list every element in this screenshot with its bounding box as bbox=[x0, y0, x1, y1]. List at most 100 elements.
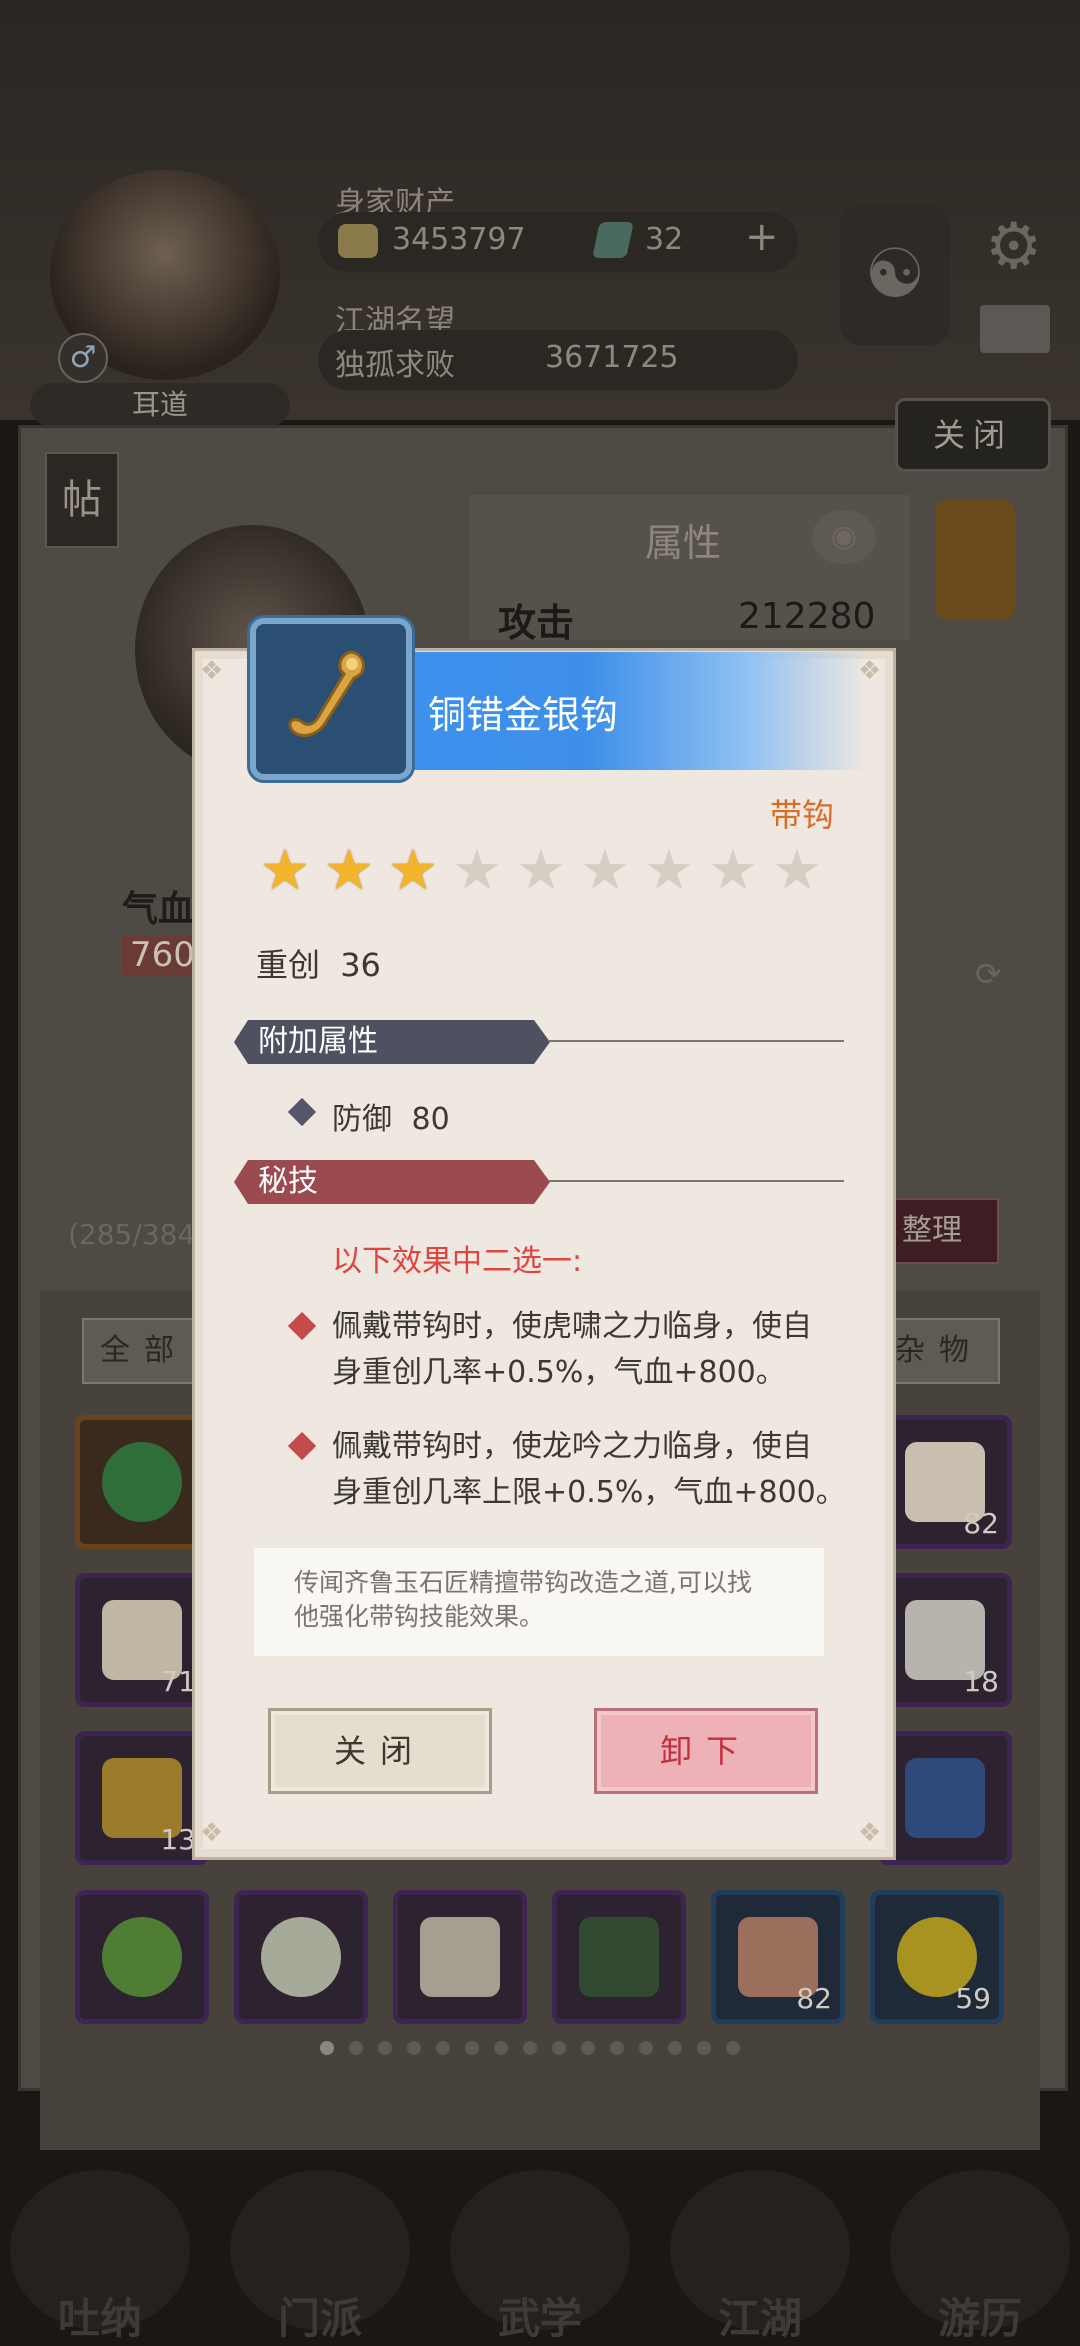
page-dot[interactable] bbox=[320, 2041, 334, 2055]
star-filled-icon: ★ bbox=[387, 838, 439, 903]
page-dot[interactable] bbox=[639, 2041, 653, 2055]
page-dot[interactable] bbox=[523, 2041, 537, 2055]
inventory-slot[interactable] bbox=[552, 1890, 686, 2024]
star-empty-icon: ★ bbox=[579, 838, 631, 903]
jade-coin-icon bbox=[102, 1917, 182, 1997]
panel-close-button[interactable]: 关闭 bbox=[895, 398, 1051, 472]
page-dot[interactable] bbox=[465, 2041, 479, 2055]
item-description-line-2: 他强化带钩技能效果。 bbox=[294, 1602, 545, 1631]
unequip-button[interactable]: 卸下 bbox=[594, 1708, 818, 1794]
page-indicator bbox=[320, 2040, 770, 2060]
attribute-title: 属性 bbox=[645, 521, 722, 565]
inventory-slot[interactable]: 13 bbox=[75, 1731, 209, 1865]
inventory-slot[interactable]: 59 bbox=[870, 1890, 1004, 2024]
inventory-slot[interactable] bbox=[234, 1890, 368, 2024]
gear-icon[interactable]: ⚙ bbox=[985, 210, 1042, 284]
qixue-label: 气血 bbox=[122, 889, 195, 930]
item-description-line-1: 传闻齐鲁玉石匠精擅带钩改造之道,可以找 bbox=[294, 1568, 752, 1597]
jade-disc-icon bbox=[102, 1442, 182, 1522]
extra-attribute-header: 附加属性 bbox=[234, 1020, 550, 1064]
invitation-button[interactable]: 帖 bbox=[45, 452, 119, 548]
page-dot[interactable] bbox=[378, 2041, 392, 2055]
inventory-slot[interactable] bbox=[75, 1890, 209, 2024]
inventory-slot[interactable]: 82 bbox=[878, 1415, 1012, 1549]
tab-all[interactable]: 全部 bbox=[82, 1318, 206, 1384]
extra-attribute-name: 防御 bbox=[332, 1102, 392, 1137]
skill-effect-1: 佩戴带钩时，使虎啸之力临身，使自 身重创几率+0.5%，气血+800。 bbox=[332, 1304, 852, 1396]
extra-attribute: 防御 80 bbox=[332, 1094, 450, 1138]
bag-capacity: (285/384 bbox=[68, 1218, 196, 1251]
page-dot[interactable] bbox=[581, 2041, 595, 2055]
gold-amount: 3453797 bbox=[392, 222, 526, 257]
attack-value: 212280 bbox=[738, 596, 876, 637]
attack-label: 攻击 bbox=[498, 601, 575, 645]
corner-ornament-icon: ❖ bbox=[858, 1818, 882, 1848]
main-attribute-name: 重创 bbox=[256, 946, 321, 984]
page-dot[interactable] bbox=[349, 2041, 363, 2055]
stone-disc-icon bbox=[261, 1917, 341, 1997]
tab-misc[interactable]: 杂物 bbox=[878, 1318, 1000, 1384]
mail-icon[interactable] bbox=[980, 305, 1050, 353]
wealth-bar bbox=[318, 212, 798, 272]
nav-menpai-label: 门派 bbox=[277, 2294, 362, 2343]
inventory-slot[interactable]: 18 bbox=[878, 1573, 1012, 1707]
page-dot[interactable] bbox=[697, 2041, 711, 2055]
divider bbox=[548, 1040, 844, 1042]
taiji-sect-icon[interactable]: ☯ bbox=[840, 205, 950, 345]
slot-count: 59 bbox=[955, 1982, 991, 2015]
page-dot[interactable] bbox=[436, 2041, 450, 2055]
inventory-slot[interactable] bbox=[75, 1415, 209, 1549]
inventory-slot[interactable] bbox=[878, 1731, 1012, 1865]
belt-hook-icon bbox=[250, 618, 412, 780]
rank-badge-icon[interactable] bbox=[935, 500, 1015, 620]
slot-count: 82 bbox=[796, 1982, 832, 2015]
page-dot[interactable] bbox=[494, 2041, 508, 2055]
add-currency-button[interactable]: + bbox=[745, 214, 779, 260]
star-empty-icon: ★ bbox=[643, 838, 695, 903]
skill-effect-1-line-1: 佩戴带钩时，使虎啸之力临身，使自 bbox=[332, 1309, 812, 1344]
gold-ingot-icon bbox=[338, 224, 378, 258]
page-dot[interactable] bbox=[610, 2041, 624, 2055]
inventory-slot[interactable] bbox=[393, 1890, 527, 2024]
qixue-value: 760 bbox=[122, 935, 203, 975]
fame-title: 独孤求败 bbox=[335, 348, 455, 383]
gender-male-icon: ♂ bbox=[58, 333, 108, 383]
page-dot[interactable] bbox=[668, 2041, 682, 2055]
jade-amount: 32 bbox=[645, 222, 684, 257]
eye-icon[interactable]: ◉ bbox=[812, 510, 876, 564]
star-empty-icon: ★ bbox=[451, 838, 503, 903]
paper-icon bbox=[420, 1917, 500, 1997]
inventory-slot[interactable]: 71 bbox=[75, 1573, 209, 1707]
inventory-slot[interactable]: 82 bbox=[711, 1890, 845, 2024]
corner-ornament-icon: ❖ bbox=[200, 656, 224, 686]
secret-skill-header: 秘技 bbox=[234, 1160, 550, 1204]
star-empty-icon: ★ bbox=[707, 838, 759, 903]
item-description: 传闻齐鲁玉石匠精擅带钩改造之道,可以找 他强化带钩技能效果。 bbox=[294, 1566, 804, 1634]
close-button[interactable]: 关闭 bbox=[268, 1708, 492, 1794]
swap-icon[interactable]: ⟳ bbox=[975, 955, 1002, 993]
skill-effect-1-line-2: 身重创几率+0.5%，气血+800。 bbox=[332, 1355, 786, 1390]
nav-jianghu-label: 江湖 bbox=[717, 2294, 802, 2343]
skill-effect-2-line-1: 佩戴带钩时，使龙吟之力临身，使自 bbox=[332, 1429, 812, 1464]
item-type: 带钩 bbox=[770, 796, 835, 834]
star-empty-icon: ★ bbox=[771, 838, 823, 903]
corner-ornament-icon: ❖ bbox=[200, 1818, 224, 1848]
slot-count: 18 bbox=[963, 1665, 999, 1698]
item-name: 铜错金银钩 bbox=[428, 693, 619, 737]
star-filled-icon: ★ bbox=[259, 838, 311, 903]
main-attribute-value: 36 bbox=[340, 946, 381, 984]
main-attribute: 重创 36 bbox=[256, 940, 381, 986]
ore-icon bbox=[579, 1917, 659, 1997]
nav-tuna-label: 吐纳 bbox=[57, 2294, 142, 2343]
star-empty-icon: ★ bbox=[515, 838, 567, 903]
player-name: 耳道 bbox=[30, 383, 290, 427]
skill-effect-2-line-2: 身重创几率上限+0.5%，气血+800。 bbox=[332, 1475, 846, 1510]
divider bbox=[548, 1180, 844, 1182]
page-dot[interactable] bbox=[726, 2041, 740, 2055]
page-dot[interactable] bbox=[552, 2041, 566, 2055]
fame-value: 3671725 bbox=[545, 340, 679, 375]
slot-count: 13 bbox=[160, 1823, 196, 1856]
choose-one-text: 以下效果中二选一: bbox=[332, 1244, 583, 1279]
page-dot[interactable] bbox=[407, 2041, 421, 2055]
slot-count: 71 bbox=[160, 1665, 196, 1698]
